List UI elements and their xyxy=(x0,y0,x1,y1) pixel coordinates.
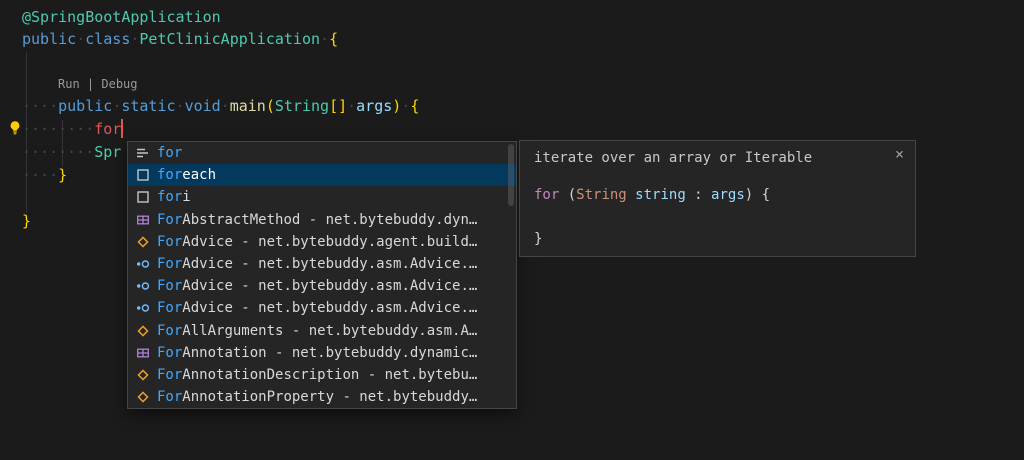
suggestion-label: ForAnnotation - net.bytebuddy.dynamic… xyxy=(157,345,477,361)
suggestion-label: for xyxy=(157,145,182,161)
docs-code-line: } xyxy=(534,229,542,249)
snippet-icon xyxy=(132,167,154,183)
docs-summary: iterate over an array or Iterable xyxy=(534,150,812,166)
snippet-icon xyxy=(132,189,154,205)
suggestion-label: foreach xyxy=(157,167,216,183)
code-line-class-declaration[interactable]: public·class·PetClinicApplication·{ xyxy=(22,28,338,50)
debug-link[interactable]: Debug xyxy=(101,77,137,91)
code-line-main-declaration[interactable]: ····public·static·void·main(String[]·arg… xyxy=(22,95,419,117)
suggestion-label: ForAllArguments - net.bytebuddy.asm.A… xyxy=(157,323,477,339)
code-editor: @SpringBootApplication public·class·PetC… xyxy=(0,0,1024,460)
suggestion-item[interactable]: for xyxy=(128,142,516,164)
suggestion-item[interactable]: foreach xyxy=(128,164,516,186)
class-icon xyxy=(132,234,154,250)
code-line-typed-for[interactable]: ········for xyxy=(22,118,121,140)
suggestion-label: ForAnnotationDescription - net.bytebu… xyxy=(157,367,477,383)
close-icon[interactable]: × xyxy=(895,145,904,163)
code-line-close-main[interactable]: ····} xyxy=(22,164,67,186)
suggestion-item[interactable]: ForAdvice - net.bytebuddy.asm.Advice.… xyxy=(128,253,516,275)
field-icon xyxy=(132,278,154,294)
code-line-close-class[interactable]: } xyxy=(22,210,31,232)
class-icon xyxy=(132,389,154,405)
suggestion-item[interactable]: ForAdvice - net.bytebuddy.asm.Advice.… xyxy=(128,297,516,319)
suggestion-item[interactable]: ForAnnotation - net.bytebuddy.dynamic… xyxy=(128,342,516,364)
struct-icon xyxy=(132,212,154,228)
suggestion-item[interactable]: ForAdvice - net.bytebuddy.asm.Advice.… xyxy=(128,275,516,297)
class-icon xyxy=(132,367,154,383)
suggestion-label: fori xyxy=(157,189,191,205)
suggestion-item[interactable]: ForAbstractMethod - net.bytebuddy.dyn… xyxy=(128,209,516,231)
keyword-icon xyxy=(132,145,154,161)
suggest-scrollbar[interactable] xyxy=(506,142,516,408)
code-line-spring[interactable]: ········Spr xyxy=(22,141,121,163)
suggestion-item[interactable]: ForAllArguments - net.bytebuddy.asm.A… xyxy=(128,320,516,342)
suggest-docs-panel: iterate over an array or Iterable × for … xyxy=(519,140,916,257)
docs-code-line: for (String string : args) { xyxy=(534,185,770,205)
suggest-widget: for foreach fori ForAbstractMethod - net.by… xyxy=(127,141,517,409)
lightbulb-icon[interactable] xyxy=(7,120,23,136)
class-icon xyxy=(132,323,154,339)
codelens-separator: | xyxy=(80,77,102,91)
suggestion-item[interactable]: fori xyxy=(128,186,516,208)
suggestion-label: ForAnnotationProperty - net.bytebuddy… xyxy=(157,389,477,405)
run-link[interactable]: Run xyxy=(58,77,80,91)
suggestion-label: ForAdvice - net.bytebuddy.agent.build… xyxy=(157,234,477,250)
suggestion-label: ForAdvice - net.bytebuddy.asm.Advice.… xyxy=(157,256,477,272)
suggestion-label: ForAdvice - net.bytebuddy.asm.Advice.… xyxy=(157,278,477,294)
suggestion-item[interactable]: ForAnnotationProperty - net.bytebuddy… xyxy=(128,386,516,408)
field-icon xyxy=(132,256,154,272)
codelens: Run | Debug xyxy=(58,76,138,92)
field-icon xyxy=(132,300,154,316)
text-cursor xyxy=(121,119,123,138)
scrollbar-thumb[interactable] xyxy=(508,144,514,206)
suggestion-label: ForAdvice - net.bytebuddy.asm.Advice.… xyxy=(157,300,477,316)
struct-icon xyxy=(132,345,154,361)
code-line-annotation[interactable]: @SpringBootApplication xyxy=(22,6,221,28)
suggestion-item[interactable]: ForAnnotationDescription - net.bytebu… xyxy=(128,364,516,386)
suggestion-list: for foreach fori ForAbstractMethod - net.by… xyxy=(128,142,516,408)
suggestion-label: ForAbstractMethod - net.bytebuddy.dyn… xyxy=(157,212,477,228)
suggestion-item[interactable]: ForAdvice - net.bytebuddy.agent.build… xyxy=(128,231,516,253)
